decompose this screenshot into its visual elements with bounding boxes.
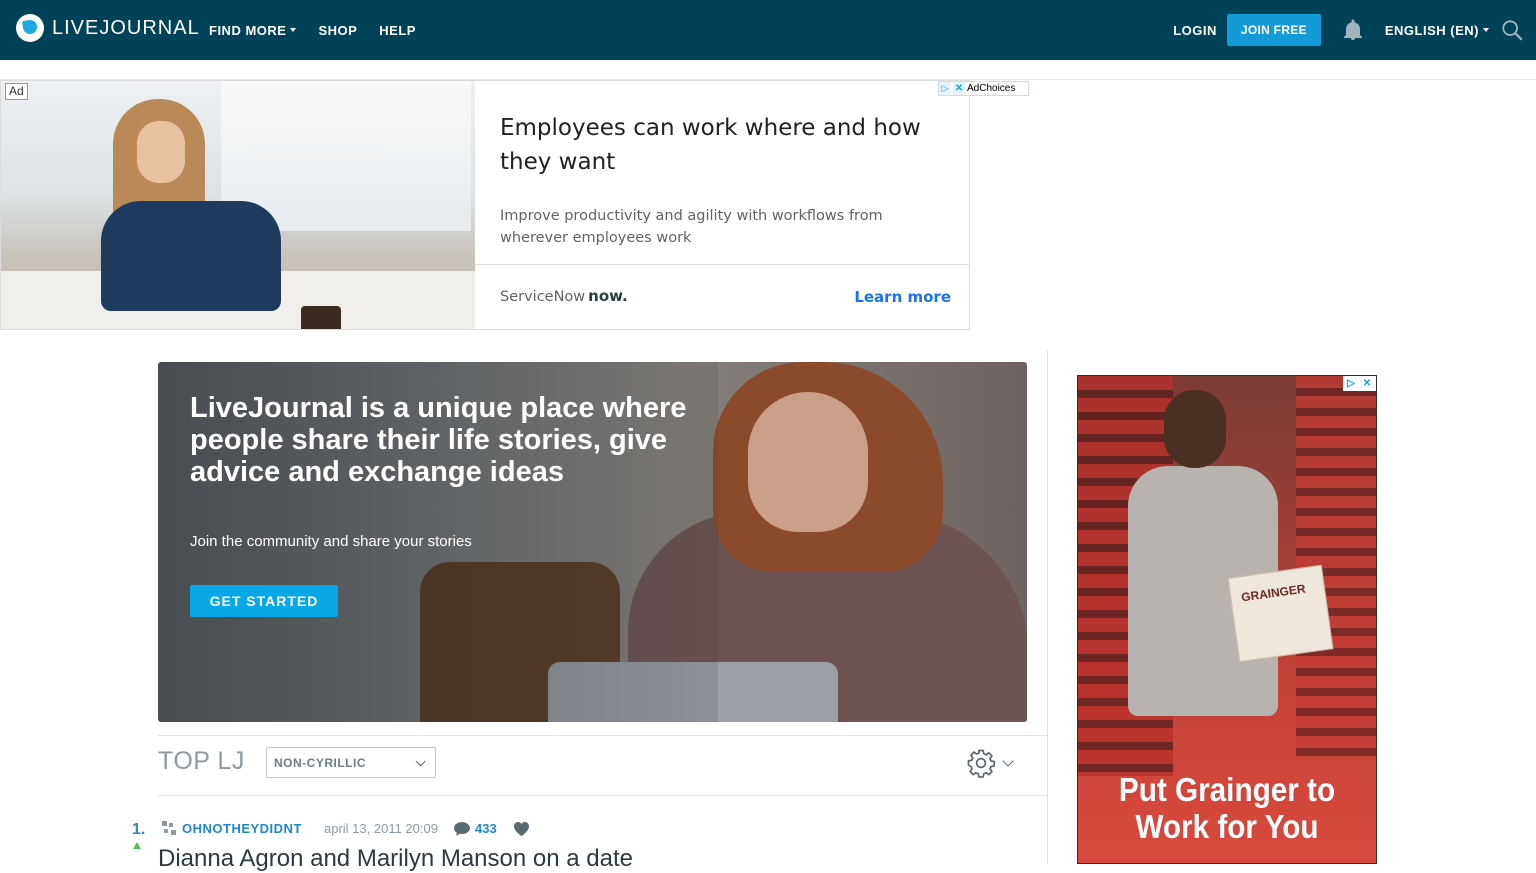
column-divider [1047, 350, 1048, 864]
hero-title: LiveJournal is a unique place where peop… [190, 392, 687, 488]
servicenow-logo: now. [588, 287, 628, 305]
cyrillic-filter-select[interactable]: NON-CYRILLIC [266, 747, 436, 778]
nav-find-more[interactable]: FIND MORE [209, 22, 297, 38]
adchoices-label: AdChoices [967, 83, 1016, 94]
login-link[interactable]: LOGIN [1173, 23, 1217, 38]
post-date: april 13, 2011 20:09 [324, 821, 438, 836]
ad-divider [475, 264, 969, 265]
livejournal-logo[interactable]: LIVEJOURNAL [16, 14, 200, 42]
nav-help-label: HELP [379, 22, 416, 38]
sidebar-ad[interactable]: GRAINGER Put Grainger to Work for You [1077, 375, 1377, 864]
adchoices-badge[interactable]: ▷ ✕ AdChoices [938, 81, 1029, 96]
language-label: ENGLISH (EN) [1384, 22, 1479, 38]
ad-photo-coffee-press [301, 306, 341, 329]
sidebar-ad-tagline: Put Grainger to Work for You [1118, 771, 1336, 845]
ad-photo-face [137, 121, 185, 183]
nav-shop[interactable]: SHOP [318, 23, 357, 38]
ad-photo-shirt [101, 201, 281, 311]
adchoices-icon: ▷ [939, 82, 951, 95]
close-ad-icon[interactable]: ✕ [953, 82, 965, 95]
learn-more-link[interactable]: Learn more [854, 288, 951, 306]
comment-count[interactable]: 433 [475, 821, 497, 836]
top-banner-ad[interactable]: Ad Employees can work where and how they… [0, 80, 970, 330]
top-navigation-bar: LIVEJOURNAL FIND MORE SHOP HELP LOGIN JO… [0, 0, 1536, 60]
ad-badge: Ad [5, 83, 28, 100]
chevron-down-icon[interactable] [1002, 755, 1014, 767]
nav-find-more-label: FIND MORE [209, 22, 287, 38]
chevron-down-icon [415, 756, 426, 767]
header-actions: LOGIN JOIN FREE ENGLISH (EN) [1173, 0, 1536, 60]
ad-photo: Ad [1, 81, 475, 329]
main-nav: FIND MORE SHOP HELP [209, 0, 438, 60]
nav-shop-label: SHOP [318, 22, 358, 38]
top-lj-title: TOP LJ [158, 747, 245, 775]
ad-box [1227, 564, 1334, 663]
filter-value: NON-CYRILLIC [274, 755, 366, 770]
ad-brand: ServiceNow now. [500, 287, 628, 305]
bell-icon[interactable] [1341, 18, 1365, 42]
hero-face [748, 392, 868, 532]
close-ad-icon[interactable]: ✕ [1359, 376, 1375, 391]
hero-banner: LiveJournal is a unique place where peop… [158, 362, 1027, 722]
nav-help[interactable]: HELP [379, 23, 416, 38]
gear-icon[interactable] [966, 748, 996, 778]
join-free-button[interactable]: JOIN FREE [1226, 14, 1321, 46]
post-rank: 1. [132, 821, 146, 838]
ad-brand-name: ServiceNow [500, 289, 586, 305]
comment-icon[interactable] [453, 821, 471, 837]
post-username[interactable]: OHNOTHEYDIDNT [182, 821, 302, 836]
sidebar-adchoices[interactable]: ▷ ✕ [1343, 376, 1376, 391]
ad-text-panel: Employees can work where and how they wa… [475, 81, 969, 329]
livejournal-logo-icon [16, 14, 44, 42]
divider [158, 735, 1047, 736]
community-icon [162, 821, 176, 835]
ad-man-head [1164, 390, 1226, 468]
get-started-button[interactable]: GET STARTED [190, 585, 338, 617]
rank-up-icon [133, 842, 141, 849]
search-icon[interactable] [1501, 19, 1523, 41]
ad-body: Improve productivity and agility with wo… [500, 208, 883, 246]
hero-subtitle: Join the community and share your storie… [190, 533, 472, 550]
caret-down-icon [1483, 28, 1489, 32]
ad-headline[interactable]: Employees can work where and how they wa… [500, 111, 960, 179]
divider [158, 795, 1047, 796]
logo-text: LIVEJOURNAL [52, 16, 200, 39]
adchoices-icon: ▷ [1347, 378, 1355, 389]
caret-down-icon [290, 28, 297, 32]
post-title[interactable]: Dianna Agron and Marilyn Manson on a dat… [158, 845, 633, 873]
language-selector[interactable]: ENGLISH (EN) [1385, 23, 1489, 38]
heart-icon[interactable] [513, 821, 530, 837]
